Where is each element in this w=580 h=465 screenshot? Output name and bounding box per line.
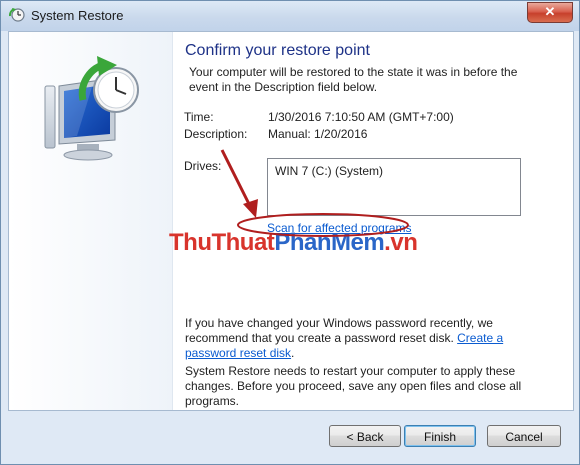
- watermark-part: PhanMem: [274, 229, 385, 256]
- window-title: System Restore: [31, 8, 124, 23]
- description-value: Manual: 1/20/2016: [268, 127, 368, 141]
- restart-notice: System Restore needs to restart your com…: [185, 364, 522, 408]
- description-label: Description:: [184, 127, 248, 141]
- system-restore-window: System Restore ✕ Confirm your restore po…: [0, 0, 580, 465]
- title-bar[interactable]: System Restore ✕: [1, 1, 579, 31]
- restore-computer-clock-icon: [44, 56, 139, 161]
- wizard-content: Confirm your restore point Your computer…: [8, 31, 574, 411]
- drives-label: Drives:: [184, 159, 222, 173]
- time-label: Time:: [184, 110, 214, 124]
- wizard-side-panel: [9, 32, 173, 410]
- watermark: ThuThuatPhanMem.vn: [169, 229, 418, 257]
- intro-text: Your computer will be restored to the st…: [189, 65, 518, 94]
- system-restore-icon: [9, 8, 25, 22]
- drives-list[interactable]: WIN 7 (C:) (System): [267, 158, 521, 216]
- cancel-button[interactable]: Cancel: [487, 425, 561, 447]
- password-notice-end: .: [291, 346, 295, 360]
- password-notice-text: If you have changed your Windows passwor…: [185, 316, 493, 345]
- watermark-part: .vn: [384, 229, 418, 256]
- page-title: Confirm your restore point: [185, 42, 370, 59]
- list-item[interactable]: WIN 7 (C:) (System): [275, 164, 383, 178]
- finish-button[interactable]: Finish: [404, 425, 476, 447]
- watermark-part: ThuThuat: [169, 229, 275, 256]
- back-button[interactable]: < Back: [329, 425, 401, 447]
- password-reset-notice: If you have changed your Windows passwor…: [185, 316, 555, 361]
- close-icon: ✕: [544, 4, 556, 19]
- close-button[interactable]: ✕: [527, 2, 573, 23]
- time-value: 1/30/2016 7:10:50 AM (GMT+7:00): [268, 110, 454, 124]
